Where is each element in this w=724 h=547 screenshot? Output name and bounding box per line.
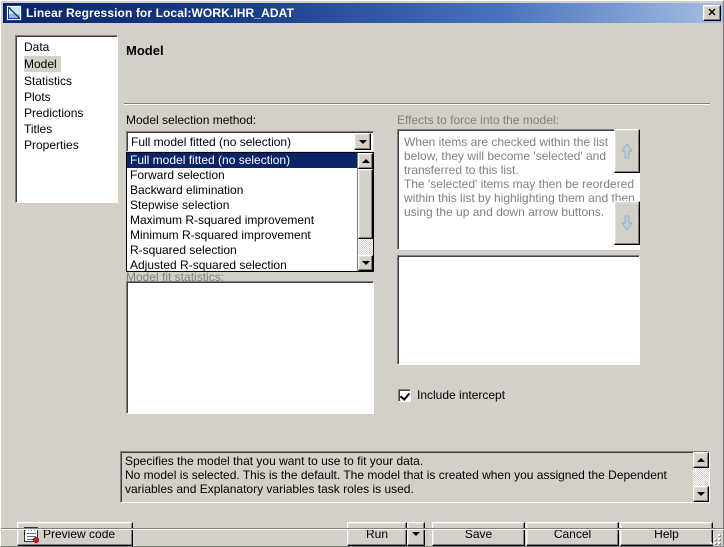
description-scrollbar-track[interactable]	[693, 468, 709, 486]
effects-to-force-listbox[interactable]: When items are checked within the list b…	[397, 129, 640, 250]
sidebar-item-properties[interactable]: Properties	[16, 137, 117, 153]
description-scroll-up-icon[interactable]	[693, 452, 709, 468]
description-pane: Specifies the model that you want to use…	[120, 451, 710, 503]
sidebar-item-plots[interactable]: Plots	[16, 89, 117, 105]
include-intercept-row[interactable]: Include intercept	[398, 388, 505, 402]
sidebar-item-predictions[interactable]: Predictions	[16, 105, 117, 121]
move-up-button[interactable]	[614, 129, 640, 173]
save-button[interactable]: Save	[432, 522, 525, 546]
chevron-down-icon	[412, 532, 420, 536]
dialog-client-area: Data Model Statistics Plots Predictions …	[3, 25, 723, 546]
effects-to-force-label: Effects to force into the model:	[397, 113, 559, 127]
arrow-up-icon	[621, 143, 633, 159]
model-selection-value: Full model fitted (no selection)	[131, 134, 292, 149]
run-dropdown-button[interactable]	[407, 522, 425, 546]
dropdown-scrollbar[interactable]	[357, 153, 373, 271]
dropdown-option-adj-rsq[interactable]: Adjusted R-squared selection	[127, 258, 357, 271]
scroll-down-icon[interactable]	[358, 255, 373, 271]
dropdown-option-max-rsq[interactable]: Maximum R-squared improvement	[127, 213, 357, 228]
model-selection-combobox[interactable]: Full model fitted (no selection)	[126, 131, 374, 152]
run-button[interactable]: Run	[347, 522, 407, 546]
dialog-window: Linear Regression for Local:WORK.IHR_ADA…	[0, 0, 724, 547]
model-selection-label: Model selection method:	[126, 113, 257, 127]
description-text: Specifies the model that you want to use…	[125, 454, 667, 496]
model-panel: Model Model selection method: Full model…	[122, 33, 712, 513]
title-bar: Linear Regression for Local:WORK.IHR_ADA…	[3, 3, 723, 23]
model-selection-dropdown-list[interactable]: Full model fitted (no selection) Forward…	[126, 152, 374, 272]
preview-code-button[interactable]: Preview code	[17, 522, 133, 546]
sidebar-item-model[interactable]: Model	[24, 56, 61, 72]
page-title: Model	[126, 43, 164, 58]
effects-help-text: When items are checked within the list b…	[404, 135, 635, 219]
window-title: Linear Regression for Local:WORK.IHR_ADA…	[26, 6, 294, 20]
chevron-down-icon[interactable]	[354, 133, 371, 150]
dropdown-option-full-model[interactable]: Full model fitted (no selection)	[127, 153, 357, 168]
dropdown-option-min-rsq[interactable]: Minimum R-squared improvement	[127, 228, 357, 243]
scrollbar-thumb[interactable]	[358, 169, 373, 239]
sidebar-item-data[interactable]: Data	[16, 39, 117, 55]
sidebar-item-statistics[interactable]: Statistics	[16, 73, 117, 89]
dropdown-option-rsq-selection[interactable]: R-squared selection	[127, 243, 357, 258]
dropdown-option-backward[interactable]: Backward elimination	[127, 183, 357, 198]
scroll-up-icon[interactable]	[358, 153, 373, 169]
sidebar-item-titles[interactable]: Titles	[16, 121, 117, 137]
arrow-down-icon	[621, 215, 633, 231]
description-scrollbar[interactable]	[693, 452, 709, 502]
dropdown-options[interactable]: Full model fitted (no selection) Forward…	[127, 153, 357, 271]
help-button[interactable]: Help	[620, 522, 713, 546]
cancel-button[interactable]: Cancel	[526, 522, 619, 546]
include-intercept-label: Include intercept	[417, 388, 506, 402]
include-intercept-checkbox[interactable]	[398, 388, 411, 402]
scrollbar-track[interactable]	[358, 169, 373, 255]
header-divider	[124, 103, 710, 105]
dropdown-option-stepwise[interactable]: Stepwise selection	[127, 198, 357, 213]
dropdown-option-forward[interactable]: Forward selection	[127, 168, 357, 183]
navigation-sidebar[interactable]: Data Model Statistics Plots Predictions …	[15, 35, 118, 203]
regression-chart-icon	[6, 5, 22, 21]
resize-grip[interactable]	[707, 531, 720, 544]
close-icon[interactable]: ✕	[703, 5, 721, 21]
selected-effects-listbox[interactable]	[397, 255, 640, 365]
model-fit-statistics-listbox[interactable]	[126, 281, 374, 414]
description-scroll-down-icon[interactable]	[693, 486, 709, 502]
move-down-button[interactable]	[614, 201, 640, 245]
footer-divider	[1, 528, 724, 530]
